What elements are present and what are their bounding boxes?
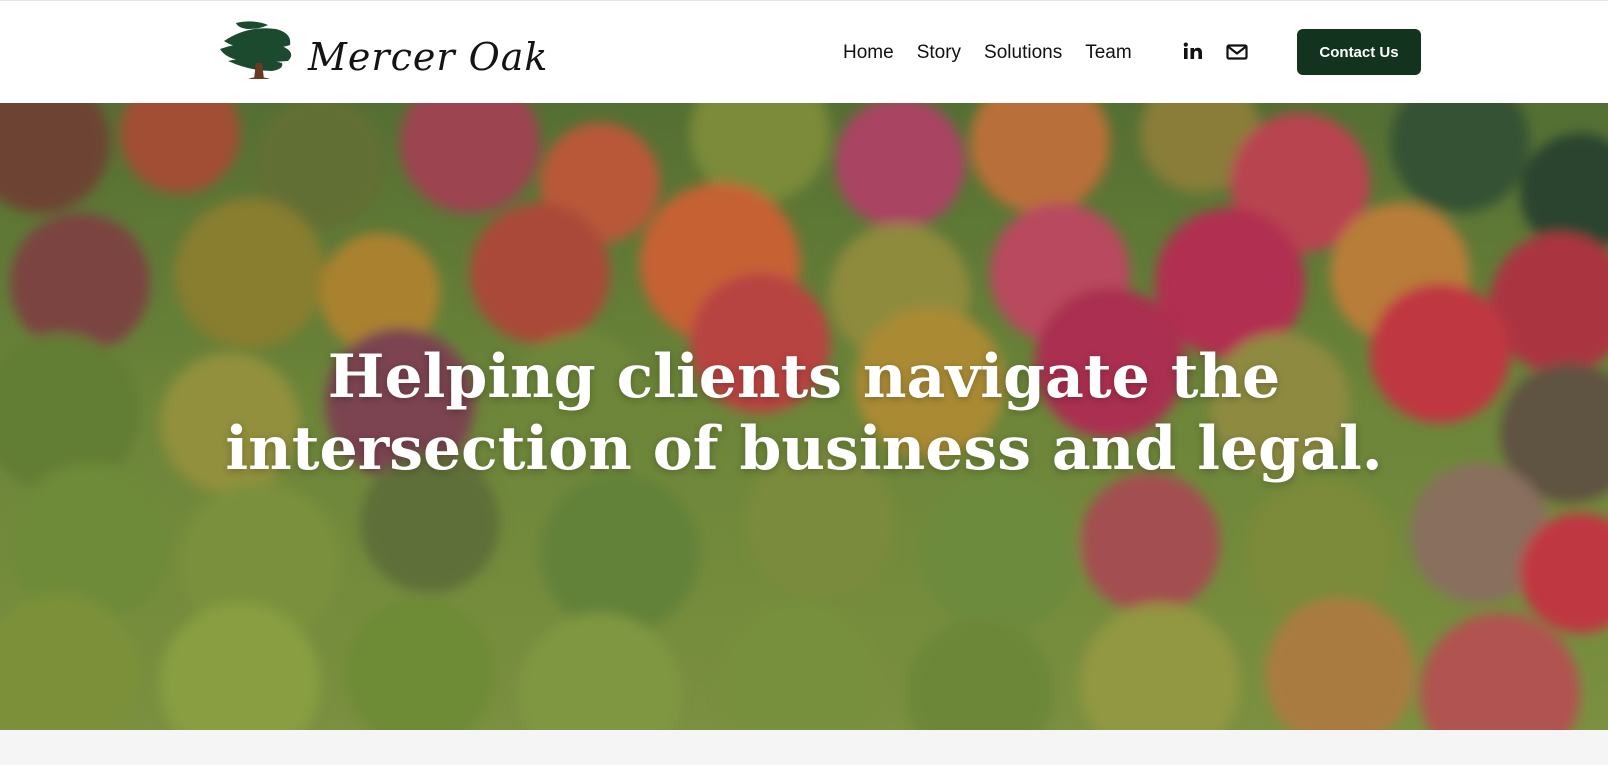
nav-story[interactable]: Story — [917, 37, 961, 69]
hero-headline-line-1: Helping clients navigate the — [327, 342, 1281, 412]
brand-wordmark: Mercer Oak — [308, 35, 549, 79]
nav-team[interactable]: Team — [1085, 37, 1131, 69]
nav-solutions[interactable]: Solutions — [984, 37, 1062, 69]
oak-tree-icon — [220, 21, 292, 79]
site-header: Mercer Oak Home Story Solutions Team Con… — [0, 1, 1608, 103]
hero-headline: Helping clients navigate the intersectio… — [0, 341, 1608, 485]
mail-icon[interactable] — [1224, 39, 1250, 65]
main-nav: Home Story Solutions Team — [843, 37, 1155, 69]
brand-logo[interactable]: Mercer Oak — [218, 19, 547, 87]
contact-us-button[interactable]: Contact Us — [1297, 29, 1421, 75]
hero-section: Helping clients navigate the intersectio… — [0, 103, 1608, 730]
hero-headline-line-2: intersection of business and legal. — [225, 414, 1383, 484]
linkedin-icon[interactable] — [1180, 39, 1206, 65]
nav-home[interactable]: Home — [843, 37, 894, 69]
next-section-strip — [0, 730, 1608, 765]
